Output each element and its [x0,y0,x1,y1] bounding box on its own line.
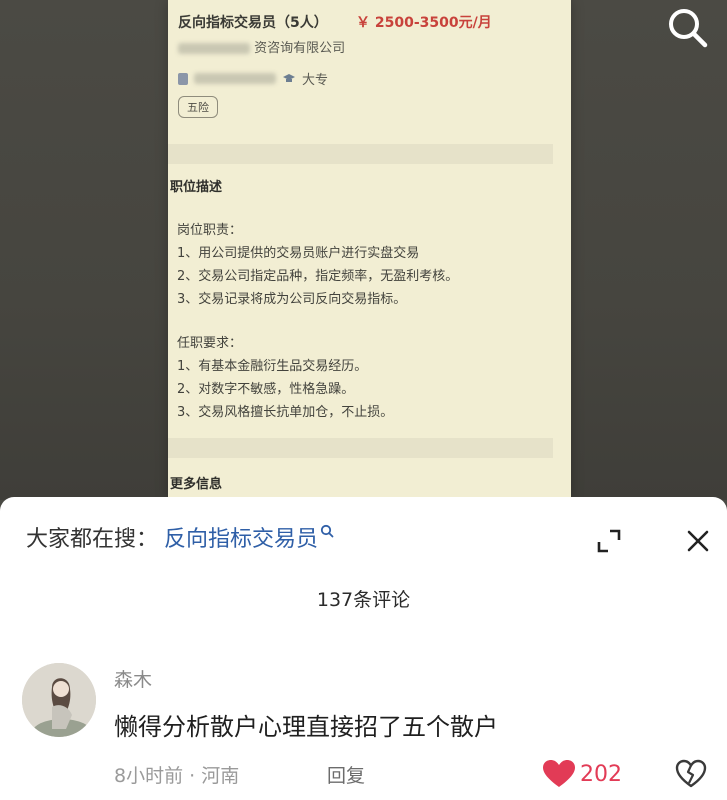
benefit-tag: 五险 [178,96,218,118]
job-meta-row: 大专 [178,69,328,88]
job-posting-image: 反向指标交易员（5人） ￥ 2500-3500元/月 资咨询有限公司 大专 五险… [168,0,571,500]
trending-search-label: 大家都在搜： [26,527,159,552]
location-icon [178,72,188,85]
dislike-button[interactable] [675,759,707,789]
requirement-item: 1、有基本金融衍生品交易经历。 [177,359,368,374]
section-heading-description: 职位描述 [170,180,223,195]
like-count: 202 [580,761,622,787]
comment-sheet: 大家都在搜： 反向指标交易员 137条评论 森木 懒得分析散户心理直接招了五个散户… [0,497,727,800]
requirement-item: 3、交易风格擅长抗单加仓，不止损。 [177,405,394,420]
requirements-heading: 任职要求： [177,336,243,351]
job-salary: ￥ 2500-3500元/月 [356,15,492,31]
blurred-text [178,43,250,54]
search-button[interactable] [662,2,714,54]
like-button[interactable]: 202 [542,759,622,789]
trending-search: 大家都在搜： 反向指标交易员 [26,521,334,553]
comment-count: 137条评论 [316,589,411,611]
avatar[interactable] [22,663,96,737]
search-icon[interactable] [320,524,334,538]
duty-item: 3、交易记录将成为公司反向交易指标。 [177,292,407,307]
blurred-text [194,73,276,84]
comment-username[interactable]: 森木 [114,665,152,692]
reply-button[interactable]: 回复 [327,761,365,788]
duty-item: 2、交易公司指定品种，指定频率，无盈利考核。 [177,269,459,284]
job-title: 反向指标交易员（5人） [178,15,328,31]
expand-icon [597,529,621,553]
duties-heading: 岗位职责： [177,223,243,238]
requirement-item: 2、对数字不敏感，性格急躁。 [177,382,355,397]
comment-meta: 8小时前 · 河南 [114,765,240,787]
close-button[interactable] [686,529,710,553]
section-band [168,438,553,458]
avatar-image [22,663,96,737]
heart-icon [543,760,575,787]
section-band [168,144,553,164]
section-heading-more-info: 更多信息 [170,477,223,492]
graduation-cap-icon [283,73,295,82]
education-requirement: 大专 [302,73,329,88]
duty-item: 1、用公司提供的交易员账户进行实盘交易 [177,246,420,261]
trending-search-link[interactable]: 反向指标交易员 [164,527,318,552]
search-icon [669,9,708,48]
broken-heart-icon [675,759,707,788]
company-name-suffix: 资咨询有限公司 [254,41,346,56]
close-icon [687,530,709,552]
expand-button[interactable] [596,528,622,554]
company-name: 资咨询有限公司 [178,37,345,56]
comment-text: 懒得分析散户心理直接招了五个散户 [114,713,498,741]
